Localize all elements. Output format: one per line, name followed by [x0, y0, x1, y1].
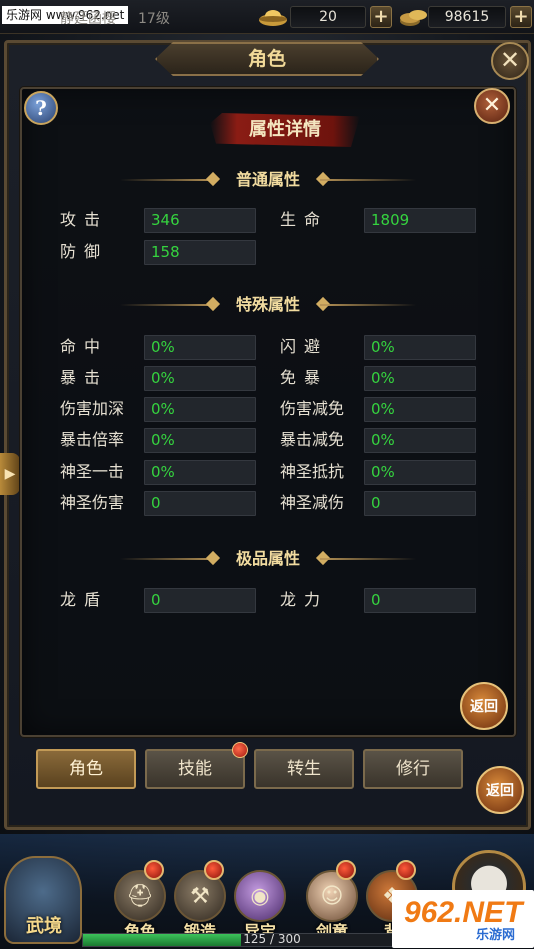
coin-count: 98615	[428, 6, 506, 28]
attr-value: 0%	[364, 428, 476, 453]
attr-value: 0%	[364, 335, 476, 360]
attr-label: 防御	[60, 242, 109, 261]
watermark-sub: 乐游网	[476, 928, 516, 943]
attr-label: 龙盾	[60, 590, 109, 609]
attr-value: 0	[144, 588, 256, 613]
attr-label: 闪避	[280, 337, 329, 356]
player-level: 17级	[138, 11, 170, 27]
attr-label: 伤害加深	[60, 399, 125, 418]
attr-value: 346	[144, 208, 256, 233]
tab-skills[interactable]: 技能	[145, 749, 245, 789]
attr-label: 神圣伤害	[60, 493, 125, 512]
attr-value: 0%	[364, 397, 476, 422]
attr-value: 0%	[144, 366, 256, 391]
attr-label: 免暴	[280, 368, 329, 387]
nav-item-forge[interactable]: ⚒ 锻造	[168, 860, 232, 941]
attr-label: 攻击	[60, 210, 109, 229]
attr-label: 暴击倍率	[60, 430, 125, 449]
section-header-normal: 普通属性	[120, 168, 416, 192]
orb-icon: ◉	[234, 870, 286, 922]
attr-value: 0	[144, 491, 256, 516]
window-return-button[interactable]: 返回	[476, 766, 524, 814]
add-gold-button[interactable]: +	[370, 6, 392, 28]
gold-ingot-count: 20	[290, 6, 366, 28]
attr-label: 暴击减免	[280, 430, 345, 449]
window-close-button[interactable]: ✕	[491, 42, 529, 80]
attr-value: 0%	[144, 428, 256, 453]
panel-return-button[interactable]: 返回	[460, 682, 508, 730]
attr-value: 0	[364, 588, 476, 613]
attr-label: 生命	[280, 210, 329, 229]
attr-value: 0	[364, 491, 476, 516]
tab-rebirth[interactable]: 转生	[254, 749, 354, 789]
wujing-label: 武境	[26, 916, 62, 937]
player-name: 静廷函樱	[60, 11, 116, 27]
nav-item-character[interactable]: ⛑ 角色	[108, 860, 172, 941]
attr-value: 0%	[364, 460, 476, 485]
section-title: 特殊属性	[235, 295, 300, 314]
nav-badge	[144, 860, 164, 880]
section-header-special: 特殊属性	[120, 293, 416, 317]
attr-value: 0%	[144, 335, 256, 360]
nav-item-sword-child[interactable]: ☺ 剑童	[300, 860, 364, 941]
attr-label: 神圣抵抗	[280, 462, 345, 481]
attr-value: 0%	[144, 397, 256, 422]
panel-close-button[interactable]: ✕	[474, 88, 510, 124]
window-title: 角色	[247, 48, 286, 70]
tab-cultivation[interactable]: 修行	[363, 749, 463, 789]
nav-item-treasure[interactable]: ◉ 异宝	[228, 860, 292, 941]
add-coins-button[interactable]: +	[510, 6, 532, 28]
side-expand-arrow-icon[interactable]: ▶	[0, 453, 20, 495]
attr-label: 伤害减免	[280, 399, 345, 418]
attr-label: 龙力	[280, 590, 329, 609]
gold-ingot-icon	[258, 4, 288, 30]
panel-title: 属性详情	[249, 119, 321, 140]
attr-label: 命中	[60, 337, 109, 356]
section-title: 普通属性	[235, 170, 300, 189]
attr-value: 1809	[364, 208, 476, 233]
attr-value: 0%	[144, 460, 256, 485]
attr-label: 神圣一击	[60, 462, 125, 481]
status-bar: 乐游网 www.962.net 静廷函樱 17级 20 + 98615 +	[0, 0, 534, 34]
nav-badge	[396, 860, 416, 880]
attr-label: 神圣减伤	[280, 493, 345, 512]
tab-character[interactable]: 角色	[36, 749, 136, 789]
nav-badge	[204, 860, 224, 880]
attr-label: 暴击	[60, 368, 109, 387]
help-button[interactable]: ?	[24, 91, 58, 125]
notification-dot	[232, 742, 248, 758]
coin-stack-icon	[398, 4, 428, 30]
section-header-extreme: 极品属性	[120, 547, 416, 571]
attr-value: 158	[144, 240, 256, 265]
section-title: 极品属性	[235, 549, 300, 568]
attr-value: 0%	[364, 366, 476, 391]
nav-badge	[336, 860, 356, 880]
